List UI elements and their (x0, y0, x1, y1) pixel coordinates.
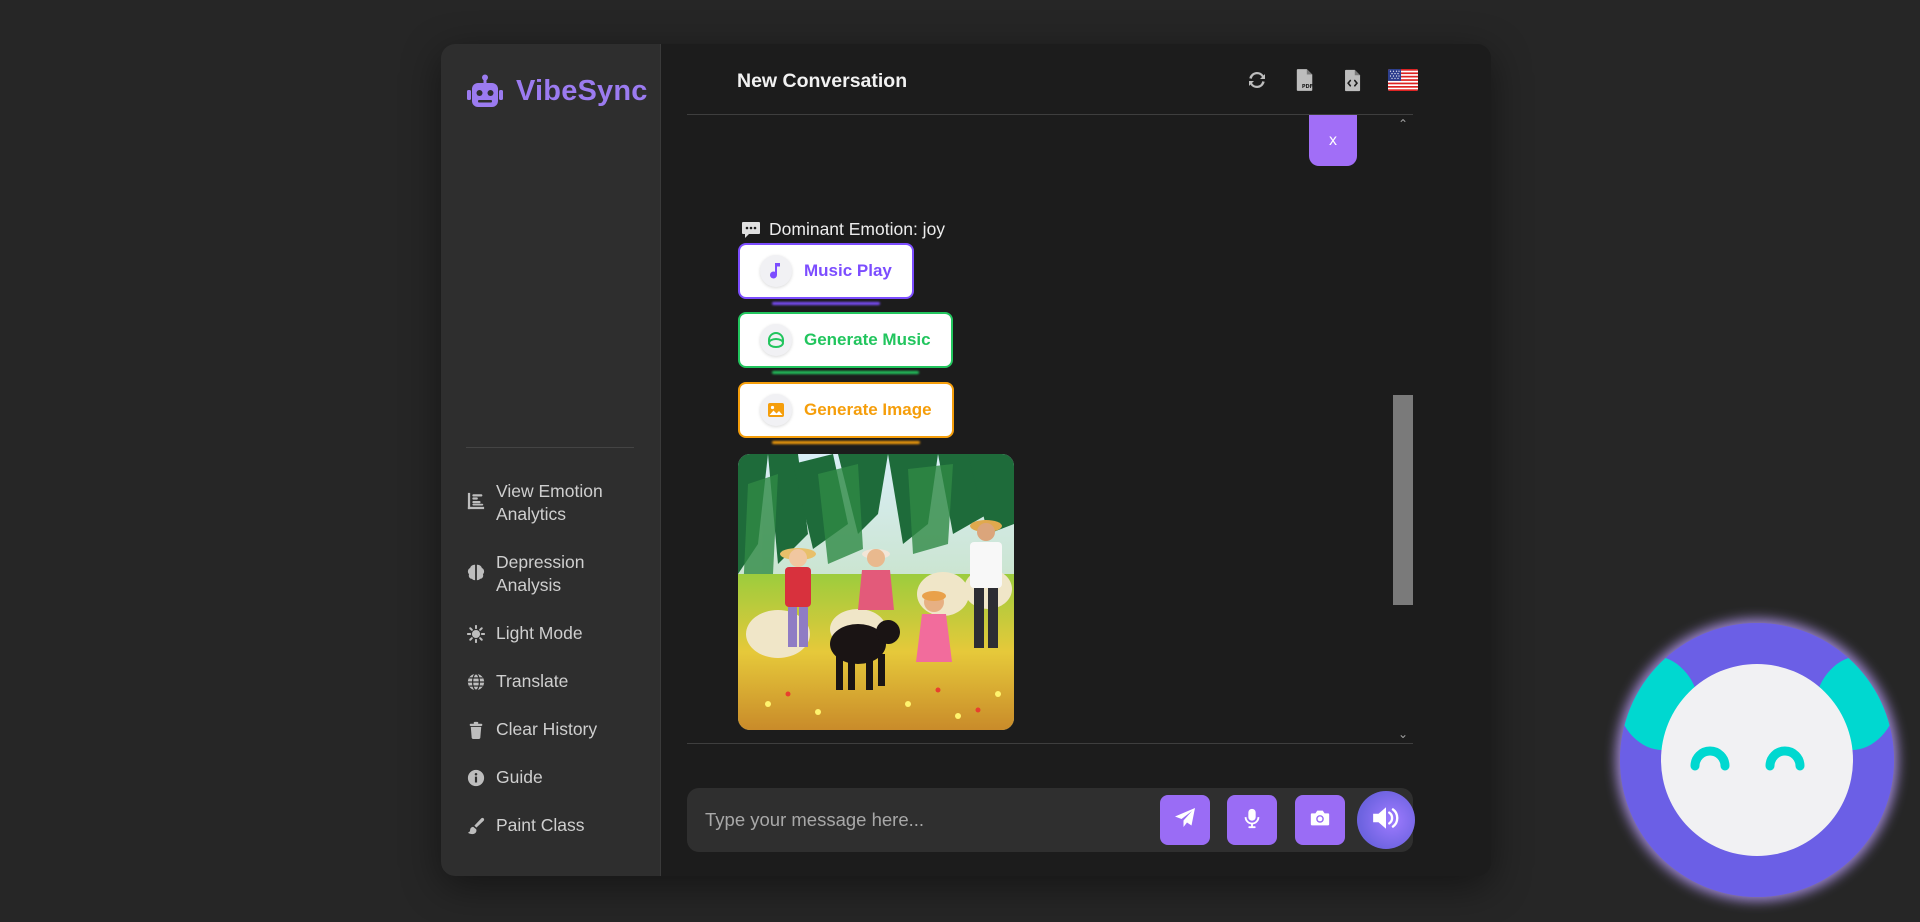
camera-button[interactable] (1295, 795, 1345, 845)
sidebar-nav: View Emotion Analytics Depression Analys… (466, 480, 641, 862)
globe-icon (466, 672, 486, 692)
music-play-button[interactable]: Music Play (738, 243, 914, 305)
generate-music-label: Generate Music (804, 330, 931, 349)
paper-plane-icon (1173, 806, 1197, 835)
user-message-bubble: x (1309, 115, 1357, 166)
sidebar-item-label: View Emotion Analytics (496, 480, 603, 526)
music-play-label: Music Play (804, 261, 892, 280)
emotion-text: Dominant Emotion: joy (769, 219, 946, 239)
button-glow (772, 371, 919, 374)
microphone-button[interactable] (1227, 795, 1277, 845)
brand-name: VibeSync (516, 74, 648, 107)
brush-icon (466, 816, 486, 836)
sidebar: VibeSync View Emotion Analytics Depressi… (441, 44, 661, 876)
button-glow (772, 441, 920, 444)
app-window: VibeSync View Emotion Analytics Depressi… (441, 44, 1491, 876)
sidebar-item-label: Translate (496, 671, 569, 691)
sidebar-item-label: Clear History (496, 719, 598, 739)
send-button[interactable] (1160, 795, 1210, 845)
volume-icon (1371, 805, 1401, 836)
sidebar-item-label: Light Mode (496, 623, 583, 643)
comment-icon (742, 221, 760, 238)
pdf-file-icon[interactable]: PDF (1292, 67, 1318, 93)
emotion-result: Dominant Emotion: joy (741, 219, 945, 240)
sidebar-item-translate[interactable]: Translate (466, 670, 641, 693)
mascot-avatar[interactable] (1620, 623, 1894, 897)
sidebar-item-label-line: Analytics (496, 504, 567, 524)
sidebar-item-label: Guide (496, 767, 543, 787)
info-icon (466, 768, 486, 788)
sidebar-item-guide[interactable]: Guide (466, 766, 641, 789)
sidebar-item-view-emotion-analytics[interactable]: View Emotion Analytics (466, 480, 641, 528)
main-panel: New Conversation PDF x Dominant Emotion:… (661, 44, 1491, 876)
chart-icon (466, 491, 486, 511)
sidebar-divider (466, 447, 634, 448)
trash-icon (466, 720, 486, 740)
sidebar-item-label-line: View Emotion (496, 481, 603, 501)
scroll-up-icon[interactable]: ⌃ (1395, 117, 1411, 131)
mascot-face-icon (1620, 623, 1894, 897)
page-title: New Conversation (737, 70, 908, 92)
brain-icon (466, 562, 486, 582)
sidebar-item-label-line: Analysis (496, 575, 562, 595)
robot-icon (466, 74, 504, 108)
sidebar-item-label-line: Depression (496, 552, 585, 572)
sidebar-item-clear-history[interactable]: Clear History (466, 718, 641, 741)
code-file-icon[interactable] (1340, 67, 1366, 93)
speaker-button[interactable] (1357, 791, 1415, 849)
svg-text:PDF: PDF (1302, 84, 1313, 90)
generated-image[interactable] (738, 454, 1014, 730)
scroll-thumb[interactable] (1393, 395, 1413, 605)
sidebar-item-depression-analysis[interactable]: Depression Analysis (466, 551, 641, 599)
header-actions: PDF (1244, 67, 1418, 93)
generate-image-button[interactable]: Generate Image (738, 382, 954, 444)
headphones-icon (760, 324, 792, 356)
microphone-icon (1241, 806, 1263, 835)
sidebar-item-label: Depression Analysis (496, 551, 585, 597)
button-glow (772, 302, 880, 305)
music-note-icon (760, 255, 792, 287)
brand[interactable]: VibeSync (466, 74, 648, 108)
camera-icon (1308, 807, 1332, 834)
generate-image-label: Generate Image (804, 400, 932, 419)
chat-messages[interactable]: x Dominant Emotion: joy Music Play Gener… (687, 114, 1413, 744)
message-composer (687, 788, 1415, 852)
scroll-down-icon[interactable]: ⌄ (1395, 727, 1411, 741)
generate-music-button[interactable]: Generate Music (738, 312, 953, 374)
sidebar-item-light-mode[interactable]: Light Mode (466, 622, 641, 645)
sun-icon (466, 624, 486, 644)
message-input[interactable] (705, 806, 1125, 834)
sidebar-item-label: Paint Class (496, 815, 585, 835)
sidebar-item-paint-class[interactable]: Paint Class (466, 814, 641, 837)
image-icon (760, 394, 792, 426)
chat-scrollbar[interactable]: ⌃ ⌄ (1393, 115, 1413, 743)
us-flag-icon[interactable] (1388, 69, 1418, 91)
chat-header: New Conversation PDF (661, 44, 1491, 114)
refresh-icon[interactable] (1244, 67, 1270, 93)
